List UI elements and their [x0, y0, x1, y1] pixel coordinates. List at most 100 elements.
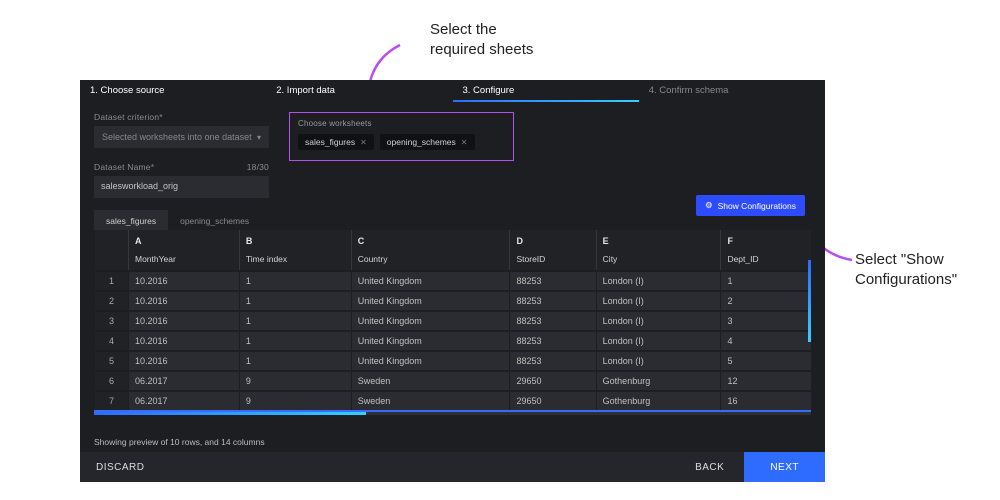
next-button[interactable]: NEXT: [744, 452, 825, 482]
table-cell[interactable]: London (I): [596, 271, 721, 291]
table-cell[interactable]: 1: [239, 291, 351, 311]
table-cell[interactable]: 10.2016: [129, 271, 240, 291]
table-cell[interactable]: 88253: [510, 331, 596, 351]
col-letter[interactable]: A: [129, 230, 240, 250]
table-cell[interactable]: 88253: [510, 311, 596, 331]
table-cell[interactable]: 1: [239, 311, 351, 331]
table-cell[interactable]: 88253: [510, 351, 596, 371]
table-cell[interactable]: 5: [721, 351, 811, 371]
row-number: 3: [95, 311, 129, 331]
step-choose-source[interactable]: 1. Choose source: [80, 80, 266, 102]
vertical-scroll-accent[interactable]: [808, 260, 811, 342]
col-letter[interactable]: F: [721, 230, 811, 250]
step-confirm-schema[interactable]: 4. Confirm schema: [639, 80, 825, 102]
criteria-select[interactable]: Selected worksheets into one dataset ▾: [94, 126, 269, 148]
dataset-name-label: Dataset Name*: [94, 162, 154, 172]
table-cell[interactable]: 1: [239, 331, 351, 351]
table-cell[interactable]: 12: [721, 371, 811, 391]
horizontal-scrollbar[interactable]: [94, 412, 811, 415]
step-import-data[interactable]: 2. Import data: [266, 80, 452, 102]
table-cell[interactable]: 4: [721, 331, 811, 351]
col-letter[interactable]: E: [596, 230, 721, 250]
table-row[interactable]: 410.20161United Kingdom88253London (I)4: [95, 331, 812, 351]
col-name[interactable]: Time index: [239, 250, 351, 271]
table-cell[interactable]: Gothenburg: [596, 371, 721, 391]
tab-sales-figures[interactable]: sales_figures: [94, 210, 168, 230]
gear-icon: ⚙: [705, 200, 713, 211]
app-panel: 1. Choose source 2. Import data 3. Confi…: [80, 80, 825, 482]
table-cell[interactable]: United Kingdom: [351, 311, 510, 331]
table-row[interactable]: 210.20161United Kingdom88253London (I)2: [95, 291, 812, 311]
table-cell[interactable]: 06.2017: [129, 391, 240, 411]
back-button[interactable]: BACK: [675, 462, 744, 473]
table-cell[interactable]: 1: [239, 351, 351, 371]
table-cell[interactable]: United Kingdom: [351, 351, 510, 371]
row-number: 5: [95, 351, 129, 371]
table-row[interactable]: 606.20179Sweden29650Gothenburg12: [95, 371, 812, 391]
row-number: 1: [95, 271, 129, 291]
table-cell[interactable]: 16: [721, 391, 811, 411]
right-column: Choose worksheets sales_figures ✕ openin…: [279, 112, 811, 198]
tab-opening-schemes[interactable]: opening_schemes: [168, 210, 261, 230]
table-header-letters: A B C D E F: [95, 230, 812, 250]
row-number: 7: [95, 391, 129, 411]
col-name[interactable]: MonthYear: [129, 250, 240, 271]
table-cell[interactable]: 1: [721, 271, 811, 291]
table-row[interactable]: 510.20161United Kingdom88253London (I)5: [95, 351, 812, 371]
table-cell[interactable]: 1: [239, 271, 351, 291]
table-cell[interactable]: 3: [721, 311, 811, 331]
table-cell[interactable]: London (I): [596, 351, 721, 371]
table-cell[interactable]: 06.2017: [129, 371, 240, 391]
worksheet-chip-sales-figures[interactable]: sales_figures ✕: [298, 134, 374, 150]
row-number: 6: [95, 371, 129, 391]
col-name[interactable]: City: [596, 250, 721, 271]
table-cell[interactable]: Sweden: [351, 391, 510, 411]
show-configurations-button[interactable]: ⚙ Show Configurations: [696, 195, 805, 216]
preview-table-wrap: A B C D E F MonthYear Time index Country…: [94, 230, 811, 432]
table-cell[interactable]: 88253: [510, 271, 596, 291]
table-header-names: MonthYear Time index Country StoreID Cit…: [95, 250, 812, 271]
remove-chip-icon[interactable]: ✕: [360, 138, 367, 147]
table-cell[interactable]: London (I): [596, 311, 721, 331]
table-cell[interactable]: United Kingdom: [351, 271, 510, 291]
configure-content: Dataset criterion* Selected worksheets i…: [80, 102, 825, 198]
dataset-name-value: salesworkload_orig: [101, 181, 178, 191]
remove-chip-icon[interactable]: ✕: [461, 138, 468, 147]
table-cell[interactable]: United Kingdom: [351, 291, 510, 311]
dataset-name-input[interactable]: salesworkload_orig: [94, 176, 269, 198]
table-cell[interactable]: 9: [239, 391, 351, 411]
table-cell[interactable]: 10.2016: [129, 351, 240, 371]
wizard-stepper: 1. Choose source 2. Import data 3. Confi…: [80, 80, 825, 102]
table-cell[interactable]: United Kingdom: [351, 331, 510, 351]
table-cell[interactable]: 29650: [510, 391, 596, 411]
table-cell[interactable]: 2: [721, 291, 811, 311]
table-cell[interactable]: London (I): [596, 331, 721, 351]
row-number: 4: [95, 331, 129, 351]
col-letter[interactable]: C: [351, 230, 510, 250]
table-row[interactable]: 110.20161United Kingdom88253London (I)1: [95, 271, 812, 291]
choose-worksheets-box: Choose worksheets sales_figures ✕ openin…: [289, 112, 514, 161]
table-cell[interactable]: 10.2016: [129, 331, 240, 351]
col-letter[interactable]: D: [510, 230, 596, 250]
discard-button[interactable]: DISCARD: [96, 462, 145, 473]
left-column: Dataset criterion* Selected worksheets i…: [94, 112, 279, 198]
table-cell[interactable]: Gothenburg: [596, 391, 721, 411]
col-letter[interactable]: B: [239, 230, 351, 250]
table-cell[interactable]: 88253: [510, 291, 596, 311]
table-cell[interactable]: 10.2016: [129, 291, 240, 311]
table-row[interactable]: 310.20161United Kingdom88253London (I)3: [95, 311, 812, 331]
table-cell[interactable]: Sweden: [351, 371, 510, 391]
row-number: 2: [95, 291, 129, 311]
worksheet-chip-opening-schemes[interactable]: opening_schemes ✕: [380, 134, 475, 150]
table-cell[interactable]: 9: [239, 371, 351, 391]
scrollbar-thumb[interactable]: [94, 412, 366, 415]
col-name[interactable]: StoreID: [510, 250, 596, 271]
col-name[interactable]: Country: [351, 250, 510, 271]
step-configure[interactable]: 3. Configure: [453, 80, 639, 102]
table-cell[interactable]: 29650: [510, 371, 596, 391]
table-cell[interactable]: 10.2016: [129, 311, 240, 331]
table-row[interactable]: 706.20179Sweden29650Gothenburg16: [95, 391, 812, 411]
chevron-down-icon: ▾: [257, 133, 261, 142]
col-name[interactable]: Dept_ID: [721, 250, 811, 271]
table-cell[interactable]: London (I): [596, 291, 721, 311]
